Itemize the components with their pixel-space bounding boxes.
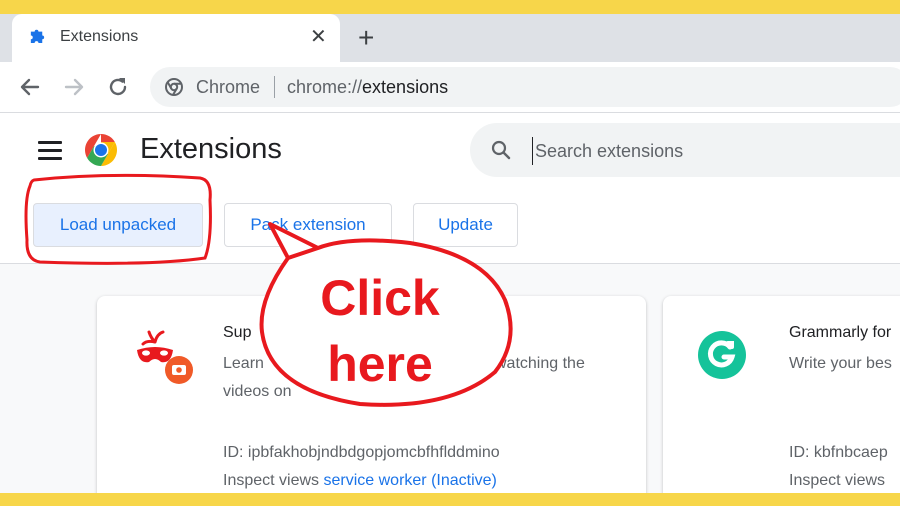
extension-description-start: Learn	[223, 355, 264, 372]
address-bar[interactable]: Chrome chrome://extensions	[150, 67, 900, 107]
extension-description-end: watching the	[495, 355, 585, 372]
inspect-views-label: Inspect views	[789, 472, 886, 489]
browser-toolbar: Chrome chrome://extensions	[0, 62, 900, 113]
extensions-list: Sup Learn watching the videos on ID: ipb…	[0, 264, 900, 493]
extension-name: Grammarly for	[789, 324, 892, 341]
extension-card: Grammarly for Write your bes ID: kbfnbca…	[663, 296, 900, 493]
load-unpacked-button[interactable]: Load unpacked	[33, 203, 203, 247]
extension-id: ID: kbfnbcaep	[789, 444, 888, 461]
puzzle-piece-icon	[30, 29, 45, 44]
tab-extensions[interactable]: Extensions ✕	[12, 14, 340, 62]
url-text[interactable]: chrome://extensions	[287, 77, 448, 98]
chrome-site-icon	[165, 78, 183, 96]
search-input[interactable]	[532, 137, 897, 165]
omnibox-divider	[274, 76, 275, 98]
extension-description: Write your bes	[789, 355, 892, 372]
extension-card: Sup Learn watching the videos on ID: ipb…	[97, 296, 646, 493]
site-label: Chrome	[196, 77, 261, 97]
forward-arrow-icon[interactable]	[61, 74, 87, 100]
url-path: extensions	[362, 77, 449, 97]
extension-name: Sup	[223, 324, 252, 341]
extensions-page: Extensions Load unpacked Pack extension …	[0, 113, 900, 493]
chrome-logo-icon	[84, 134, 118, 166]
page-title: Extensions	[140, 133, 282, 165]
masquerade-mask-icon	[137, 330, 193, 384]
extension-description-line2: videos on	[223, 383, 292, 400]
service-worker-link[interactable]: service worker (Inactive)	[324, 472, 497, 489]
extension-id: ID: ipbfakhobjndbdgopjomcbfhflddmino	[223, 444, 500, 461]
search-icon	[491, 140, 511, 160]
inspect-views: Inspect views service worker (Inactive)	[223, 472, 497, 490]
reload-icon[interactable]	[105, 74, 131, 100]
new-tab-button[interactable]: +	[358, 22, 374, 54]
inspect-views-label: Inspect views	[223, 472, 320, 489]
tab-strip: Extensions ✕ +	[0, 14, 900, 62]
search-box[interactable]	[470, 123, 900, 177]
url-scheme: chrome://	[287, 77, 363, 97]
hamburger-menu-icon[interactable]	[38, 141, 62, 161]
close-icon[interactable]: ✕	[310, 26, 327, 48]
update-button[interactable]: Update	[413, 203, 518, 247]
screenshot-stage: Extensions ✕ + Chrome chrome://extension…	[0, 0, 900, 506]
pack-extension-button[interactable]: Pack extension	[224, 203, 392, 247]
back-arrow-icon[interactable]	[17, 74, 43, 100]
tab-title: Extensions	[60, 28, 139, 45]
page-header: Extensions Load unpacked Pack extension …	[0, 113, 900, 264]
grammarly-icon	[698, 331, 746, 379]
